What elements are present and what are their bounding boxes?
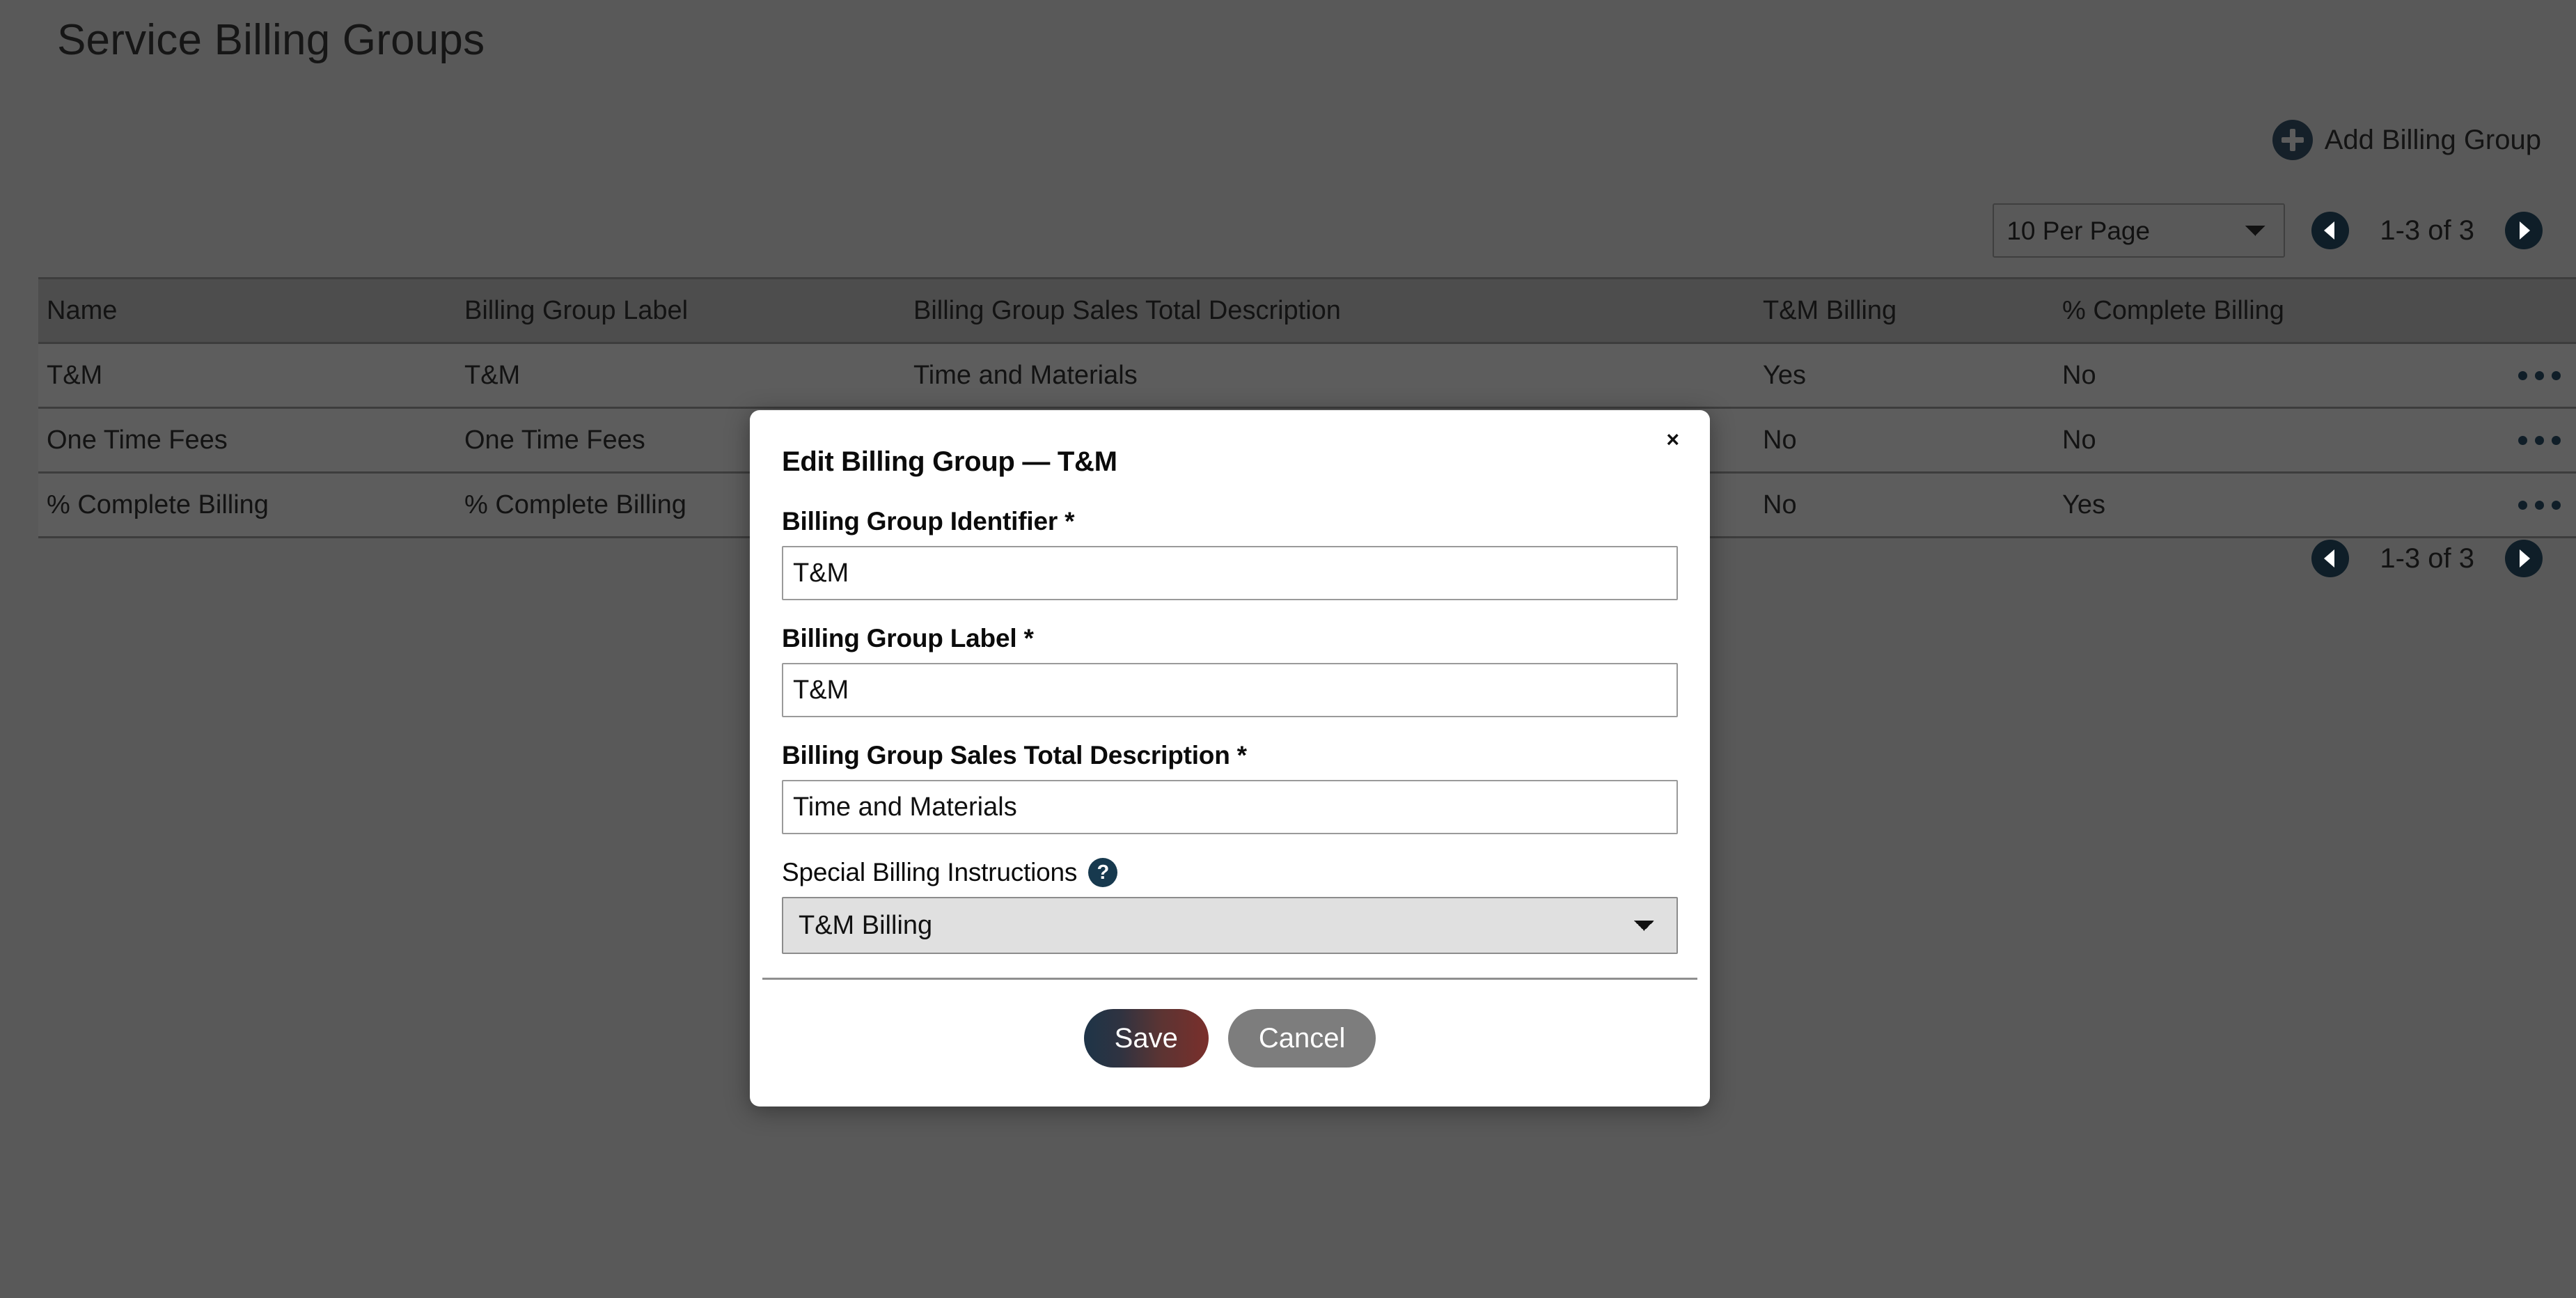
column-header-name[interactable]: Name [38,279,456,343]
label-special-billing-instructions: Special Billing Instructions ? [782,858,1678,887]
special-billing-instructions-select[interactable]: T&M Billing [782,897,1678,954]
cell-tm-billing: No [1754,408,2054,473]
per-page-select[interactable]: 10 Per Page [1993,203,2285,258]
special-billing-instructions-text: Special Billing Instructions [782,858,1077,887]
cell-name: One Time Fees [38,408,456,473]
save-button[interactable]: Save [1084,1009,1209,1068]
cancel-button[interactable]: Cancel [1228,1009,1376,1068]
label-sales-total-description: Billing Group Sales Total Description * [782,741,1678,770]
close-icon[interactable]: × [1660,424,1685,455]
cell-pct-billing: Yes [2054,473,2444,538]
column-header-description[interactable]: Billing Group Sales Total Description [905,279,1754,343]
column-header-pct-billing[interactable]: % Complete Billing [2054,279,2444,343]
billing-group-label-input[interactable] [782,663,1678,717]
cell-pct-billing: No [2054,408,2444,473]
column-header-actions [2444,279,2576,343]
cell-pct-billing: No [2054,343,2444,408]
cell-actions[interactable] [2444,408,2576,473]
cell-tm-billing: No [1754,473,2054,538]
next-page-button[interactable] [2505,212,2543,249]
column-header-label[interactable]: Billing Group Label [456,279,905,343]
sales-total-description-input[interactable] [782,780,1678,834]
field-sales-total-description: Billing Group Sales Total Description * [782,741,1678,834]
prev-page-button-bottom[interactable] [2311,540,2349,577]
pagination-top: 10 Per Page 1-3 of 3 [1993,203,2543,258]
cell-description: Time and Materials [905,343,1754,408]
billing-group-identifier-input[interactable] [782,546,1678,600]
next-page-button-bottom[interactable] [2505,540,2543,577]
field-billing-group-label: Billing Group Label * [782,624,1678,717]
table-row[interactable]: T&M T&M Time and Materials Yes No [38,343,2576,408]
modal-footer: Save Cancel [750,980,1710,1107]
cell-actions[interactable] [2444,343,2576,408]
ellipsis-icon[interactable] [2452,371,2576,380]
plus-circle-icon [2272,120,2313,160]
column-header-tm-billing[interactable]: T&M Billing [1754,279,2054,343]
ellipsis-icon[interactable] [2452,436,2576,445]
question-mark-icon[interactable]: ? [1088,858,1117,887]
cell-name: T&M [38,343,456,408]
pagination-range-bottom: 1-3 of 3 [2380,543,2474,574]
cell-name: % Complete Billing [38,473,456,538]
table-header-row: Name Billing Group Label Billing Group S… [38,279,2576,343]
table-header: Name Billing Group Label Billing Group S… [38,279,2576,343]
pagination-bottom: 1-3 of 3 [2311,540,2543,577]
add-billing-group-button[interactable]: Add Billing Group [2272,120,2541,160]
modal-body: Billing Group Identifier * Billing Group… [750,478,1710,954]
field-billing-group-identifier: Billing Group Identifier * [782,507,1678,600]
modal-title: Edit Billing Group — T&M [750,410,1710,478]
cell-actions[interactable] [2444,473,2576,538]
label-billing-group-identifier: Billing Group Identifier * [782,507,1678,536]
label-billing-group-label: Billing Group Label * [782,624,1678,653]
prev-page-button[interactable] [2311,212,2349,249]
pagination-range-top: 1-3 of 3 [2380,215,2474,247]
ellipsis-icon[interactable] [2452,501,2576,510]
page-title: Service Billing Groups [57,15,485,65]
edit-billing-group-modal: × Edit Billing Group — T&M Billing Group… [750,410,1710,1107]
field-special-billing-instructions: Special Billing Instructions ? T&M Billi… [782,858,1678,954]
add-billing-group-label: Add Billing Group [2325,125,2541,156]
cell-tm-billing: Yes [1754,343,2054,408]
cell-label: T&M [456,343,905,408]
